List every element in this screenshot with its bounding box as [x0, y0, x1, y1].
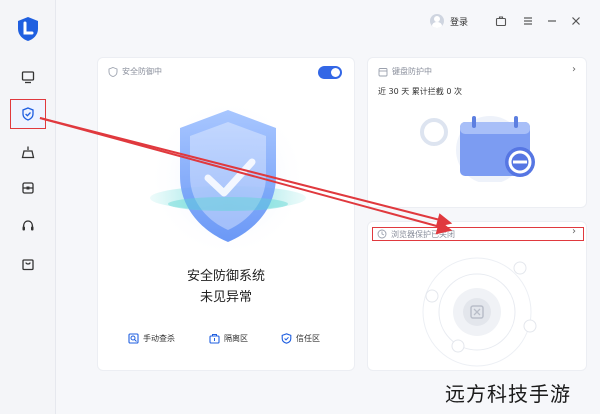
menu-button[interactable]	[521, 14, 535, 28]
sidebar-item-toolbox[interactable]	[10, 173, 46, 203]
sidebar-item-store[interactable]	[10, 249, 46, 279]
toolbox-icon	[22, 182, 34, 194]
watermark-text: 远方科技手游	[445, 382, 571, 406]
browser-card-header[interactable]: 浏览器保护已关闭	[372, 227, 584, 241]
security-card: 安全防御中 安全防御系统 未见异常 手动查杀 隔离区 信任区	[97, 57, 355, 371]
login-label: 登录	[450, 17, 469, 28]
security-status-title: 安全防御中	[122, 67, 162, 76]
protection-card-header: 键盘防护中	[378, 66, 432, 77]
shield-icon	[108, 66, 118, 77]
sidebar-item-security[interactable]	[10, 99, 46, 129]
title-bar: 登录	[56, 0, 600, 42]
trust-zone-button[interactable]: 信任区	[281, 333, 320, 344]
app-logo	[18, 17, 38, 41]
quarantine-button[interactable]: 隔离区	[209, 333, 248, 344]
monitor-icon	[21, 71, 35, 84]
intercept-summary: 近 30 天 累计拦截 0 次	[378, 87, 462, 96]
menu-icon	[524, 17, 532, 25]
quarantine-icon	[209, 334, 220, 344]
broom-icon	[21, 146, 35, 159]
sidebar-item-monitor[interactable]	[10, 62, 46, 92]
trust-icon	[281, 333, 292, 344]
avatar	[430, 14, 444, 28]
sidebar	[0, 0, 56, 414]
security-actions: 手动查杀 隔离区 信任区	[98, 333, 354, 351]
security-toggle[interactable]	[318, 66, 342, 79]
manual-scan-button[interactable]: 手动查杀	[128, 333, 175, 344]
manual-scan-label: 手动查杀	[143, 334, 175, 343]
sidebar-item-support[interactable]	[10, 211, 46, 241]
status-line-1: 安全防御系统	[186, 269, 265, 284]
browser-shield-icon	[377, 229, 387, 239]
shield-illustration	[148, 98, 308, 258]
protection-title: 键盘防护中	[392, 67, 432, 76]
sidebar-item-cleanup[interactable]	[10, 137, 46, 167]
minimize-button[interactable]	[545, 14, 559, 28]
chevron-right-icon[interactable]: ›	[572, 226, 576, 237]
close-button[interactable]	[569, 14, 583, 28]
browser-title: 浏览器保护已关闭	[391, 229, 455, 239]
calendar-small-icon	[378, 67, 388, 76]
scan-icon	[128, 333, 139, 344]
bag-icon	[22, 259, 34, 271]
calendar-illustration	[420, 116, 535, 182]
trust-zone-label: 信任区	[296, 334, 320, 343]
minimize-icon	[548, 20, 556, 22]
shield-check-icon	[22, 107, 34, 121]
headset-icon	[22, 220, 34, 231]
briefcase-button[interactable]	[494, 14, 508, 28]
login-button[interactable]: 登录	[430, 14, 468, 28]
browser-protection-card[interactable]: 浏览器保护已关闭 ›	[367, 221, 587, 371]
keyboard-protection-card[interactable]: 键盘防护中 › 近 30 天 累计拦截 0 次	[367, 57, 587, 208]
close-icon	[572, 17, 580, 25]
main-area: 登录 安全防御中 安全防御系统 未见异常 手动查杀 隔离区 信任区 键盘防护中 …	[56, 0, 600, 414]
radar-illustration	[422, 257, 537, 367]
chevron-right-icon[interactable]: ›	[572, 64, 576, 75]
briefcase-icon	[495, 16, 507, 27]
status-line-2: 未见异常	[199, 290, 252, 305]
security-card-header: 安全防御中	[108, 66, 162, 77]
quarantine-label: 隔离区	[224, 334, 248, 343]
